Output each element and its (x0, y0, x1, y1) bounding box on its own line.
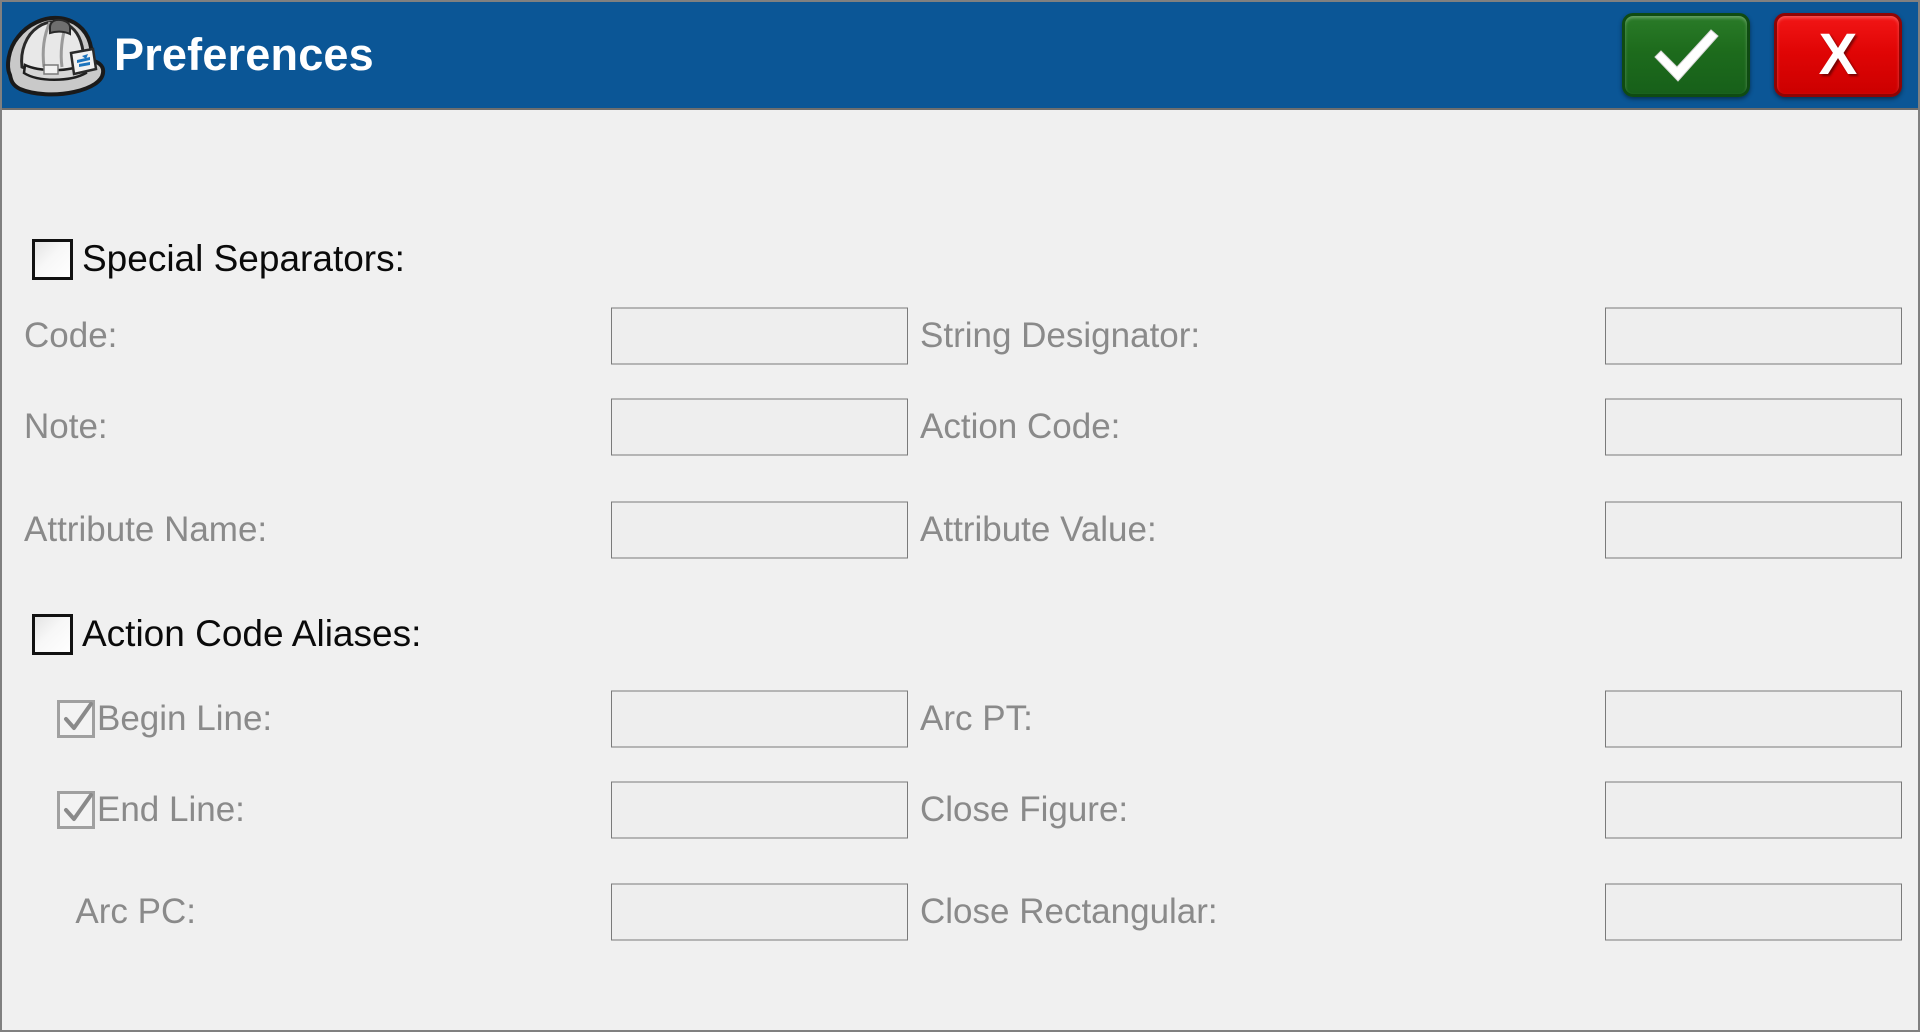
begin-line-label: Begin Line: (97, 699, 273, 738)
row-code: Code: String Designator: (2, 305, 1918, 367)
action-code-input[interactable] (1605, 398, 1902, 456)
checkmark-icon (64, 702, 93, 730)
code-label: Code: (24, 316, 118, 355)
close-figure-input[interactable] (1605, 781, 1902, 839)
end-line-input[interactable] (611, 781, 908, 839)
cancel-button[interactable]: X (1774, 13, 1902, 97)
row-begin-line: Begin Line: Arc PT: (2, 688, 1918, 750)
row-note: Note: Action Code: (2, 396, 1918, 458)
close-figure-label: Close Figure: (920, 790, 1129, 829)
arc-pt-label: Arc PT: (920, 699, 1033, 738)
action-code-aliases-label: Action Code Aliases: (82, 613, 422, 654)
checkmark-icon (1654, 29, 1719, 82)
code-input[interactable] (611, 307, 908, 365)
attribute-name-input[interactable] (611, 501, 908, 559)
close-x-icon: X (1818, 22, 1858, 87)
attribute-value-input[interactable] (1605, 501, 1902, 559)
end-line-checkbox[interactable] (57, 791, 95, 829)
begin-line-checkbox[interactable] (57, 700, 95, 738)
action-code-aliases-checkbox[interactable] (32, 613, 73, 655)
section-action-code-aliases-header: Action Code Aliases: (32, 613, 421, 655)
preferences-body: Special Separators: Code: String Designa… (2, 110, 1918, 1030)
string-designator-input[interactable] (1605, 307, 1902, 365)
note-input[interactable] (611, 398, 908, 456)
close-rectangular-input[interactable] (1605, 883, 1902, 941)
action-code-label: Action Code: (920, 407, 1121, 446)
attribute-value-label: Attribute Value: (920, 510, 1157, 549)
close-rectangular-label: Close Rectangular: (920, 892, 1218, 931)
row-attribute: Attribute Name: Attribute Value: (2, 499, 1918, 561)
arc-pc-label: Arc PC: (75, 892, 196, 931)
checkmark-icon (64, 793, 93, 821)
special-separators-checkbox[interactable] (32, 238, 73, 280)
accept-button[interactable] (1622, 13, 1750, 97)
string-designator-label: String Designator: (920, 316, 1201, 355)
begin-line-input[interactable] (611, 690, 908, 748)
attribute-name-label: Attribute Name: (24, 510, 268, 549)
preferences-dialog: Preferences X Special Separators: Code: … (0, 0, 1920, 1032)
end-line-label: End Line: (97, 790, 245, 829)
special-separators-label: Special Separators: (82, 238, 405, 279)
section-special-separators-header: Special Separators: (32, 238, 405, 280)
hard-hat-icon (6, 15, 106, 97)
arc-pc-input[interactable] (611, 883, 908, 941)
arc-pt-input[interactable] (1605, 690, 1902, 748)
row-arc-pc: Arc PC: Close Rectangular: (2, 881, 1918, 943)
window-title: Preferences (114, 29, 374, 80)
title-bar: Preferences X (2, 2, 1918, 110)
note-label: Note: (24, 407, 108, 446)
row-end-line: End Line: Close Figure: (2, 779, 1918, 841)
